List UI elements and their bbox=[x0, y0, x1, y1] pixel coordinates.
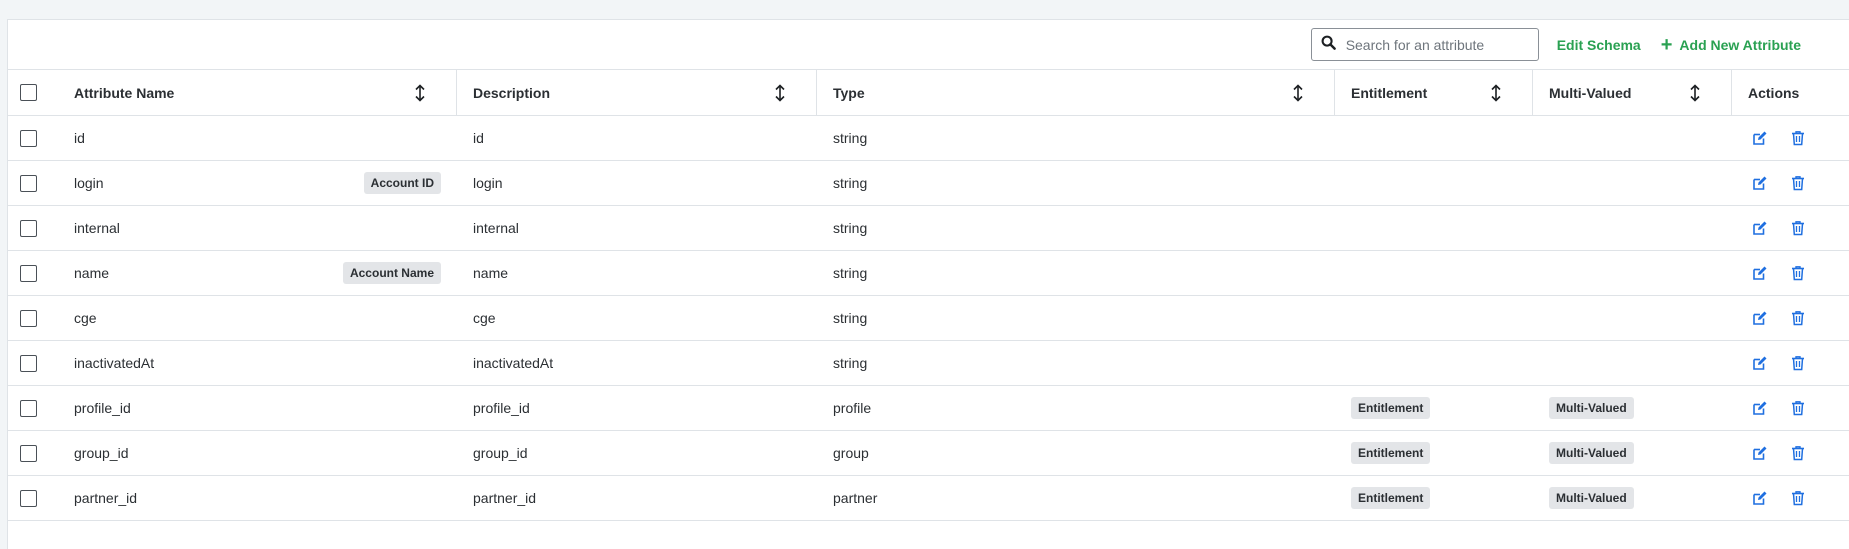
attribute-description: name bbox=[473, 265, 509, 281]
entitlement-badge: Entitlement bbox=[1351, 442, 1431, 464]
trash-icon[interactable] bbox=[1790, 355, 1806, 371]
attribute-type: string bbox=[833, 310, 868, 326]
table-row: group_id group_id group Entitlement Multi-Va… bbox=[8, 431, 1849, 476]
edit-schema-button[interactable]: Edit Schema bbox=[1557, 37, 1641, 53]
row-checkbox[interactable] bbox=[20, 444, 37, 462]
attribute-type: string bbox=[833, 355, 868, 371]
attribute-name: login bbox=[74, 175, 104, 191]
table-row: partner_id partner_id partner Entitlement Mu… bbox=[8, 476, 1849, 521]
row-checkbox[interactable] bbox=[20, 129, 37, 147]
search-box[interactable] bbox=[1310, 28, 1539, 61]
attribute-description: cge bbox=[473, 310, 496, 326]
add-new-attribute-label: Add New Attribute bbox=[1679, 36, 1801, 53]
attribute-description: id bbox=[473, 130, 484, 146]
row-checkbox[interactable] bbox=[20, 219, 37, 237]
attribute-tag-badge: Account Name bbox=[342, 262, 441, 284]
trash-icon[interactable] bbox=[1790, 130, 1806, 146]
table-row: inactivatedAt inactivatedAt string bbox=[8, 341, 1849, 386]
table-row: id id string bbox=[8, 116, 1849, 161]
attribute-description: inactivatedAt bbox=[473, 355, 554, 371]
edit-schema-label: Edit Schema bbox=[1556, 36, 1641, 53]
attribute-description: group_id bbox=[473, 445, 528, 461]
select-all-checkbox[interactable] bbox=[20, 84, 37, 102]
edit-icon[interactable] bbox=[1752, 400, 1768, 416]
attribute-name: partner_id bbox=[74, 490, 138, 506]
attribute-type: partner bbox=[833, 490, 878, 506]
table-row: cge cge string bbox=[8, 296, 1849, 341]
attribute-name: inactivatedAt bbox=[74, 355, 155, 371]
row-checkbox[interactable] bbox=[20, 174, 37, 192]
attribute-type: profile bbox=[833, 400, 872, 416]
sort-arrows-icon[interactable] bbox=[413, 83, 427, 102]
multi-valued-badge: Multi-Valued bbox=[1549, 442, 1634, 464]
edit-icon[interactable] bbox=[1752, 175, 1768, 191]
trash-icon[interactable] bbox=[1790, 400, 1806, 416]
edit-icon[interactable] bbox=[1752, 265, 1768, 281]
attribute-description: partner_id bbox=[473, 490, 537, 506]
header-type: Type bbox=[833, 84, 865, 101]
trash-icon[interactable] bbox=[1790, 175, 1806, 191]
sort-arrows-icon[interactable] bbox=[1489, 83, 1503, 102]
attributes-table: Attribute Name Description Type Entitlem… bbox=[8, 70, 1849, 521]
attribute-type: string bbox=[833, 175, 868, 191]
trash-icon[interactable] bbox=[1790, 445, 1806, 461]
add-new-attribute-button[interactable]: + Add New Attribute bbox=[1660, 33, 1801, 56]
row-checkbox[interactable] bbox=[20, 354, 37, 372]
attribute-name: name bbox=[74, 265, 110, 281]
attribute-type: string bbox=[833, 130, 868, 146]
trash-icon[interactable] bbox=[1790, 490, 1806, 506]
attribute-description: login bbox=[473, 175, 503, 191]
toolbar: Edit Schema + Add New Attribute bbox=[8, 20, 1849, 70]
attributes-panel: Edit Schema + Add New Attribute At bbox=[7, 19, 1849, 549]
edit-icon[interactable] bbox=[1752, 130, 1768, 146]
row-checkbox[interactable] bbox=[20, 264, 37, 282]
plus-icon: + bbox=[1660, 33, 1673, 56]
table-header-row: Attribute Name Description Type Entitlem… bbox=[8, 70, 1849, 116]
table-row: name Account Name name string bbox=[8, 251, 1849, 296]
entitlement-badge: Entitlement bbox=[1351, 397, 1431, 419]
row-checkbox[interactable] bbox=[20, 399, 37, 417]
header-description: Description bbox=[473, 84, 551, 101]
trash-icon[interactable] bbox=[1790, 310, 1806, 326]
row-checkbox[interactable] bbox=[20, 309, 37, 327]
header-attribute-name: Attribute Name bbox=[74, 84, 175, 101]
attribute-name: profile_id bbox=[74, 400, 131, 416]
row-checkbox[interactable] bbox=[20, 489, 37, 507]
attribute-tag-badge: Account ID bbox=[363, 172, 441, 194]
edit-icon[interactable] bbox=[1752, 220, 1768, 236]
attribute-description: profile_id bbox=[473, 400, 530, 416]
trash-icon[interactable] bbox=[1790, 265, 1806, 281]
search-icon bbox=[1321, 35, 1346, 55]
attribute-name: internal bbox=[74, 220, 120, 236]
sort-arrows-icon[interactable] bbox=[1291, 83, 1305, 102]
attribute-name: cge bbox=[74, 310, 97, 326]
table-row: internal internal string bbox=[8, 206, 1849, 251]
search-input[interactable] bbox=[1345, 36, 1516, 53]
table-row: profile_id profile_id profile Entitlement Mu… bbox=[8, 386, 1849, 431]
edit-icon[interactable] bbox=[1752, 445, 1768, 461]
attribute-type: string bbox=[833, 265, 868, 281]
attribute-type: string bbox=[833, 220, 868, 236]
attribute-name: id bbox=[74, 130, 85, 146]
table-body: id id string login Account ID login string inte… bbox=[8, 116, 1849, 521]
edit-icon[interactable] bbox=[1752, 310, 1768, 326]
header-actions: Actions bbox=[1748, 84, 1800, 101]
table-row: login Account ID login string bbox=[8, 161, 1849, 206]
multi-valued-badge: Multi-Valued bbox=[1549, 487, 1634, 509]
trash-icon[interactable] bbox=[1790, 220, 1806, 236]
attribute-type: group bbox=[833, 445, 869, 461]
attribute-name: group_id bbox=[74, 445, 129, 461]
multi-valued-badge: Multi-Valued bbox=[1549, 397, 1634, 419]
attribute-description: internal bbox=[473, 220, 519, 236]
edit-icon[interactable] bbox=[1752, 355, 1768, 371]
edit-icon[interactable] bbox=[1752, 490, 1768, 506]
entitlement-badge: Entitlement bbox=[1351, 487, 1431, 509]
header-multi-valued: Multi-Valued bbox=[1549, 84, 1632, 101]
header-entitlement: Entitlement bbox=[1351, 84, 1428, 101]
sort-arrows-icon[interactable] bbox=[1688, 83, 1702, 102]
sort-arrows-icon[interactable] bbox=[773, 83, 787, 102]
